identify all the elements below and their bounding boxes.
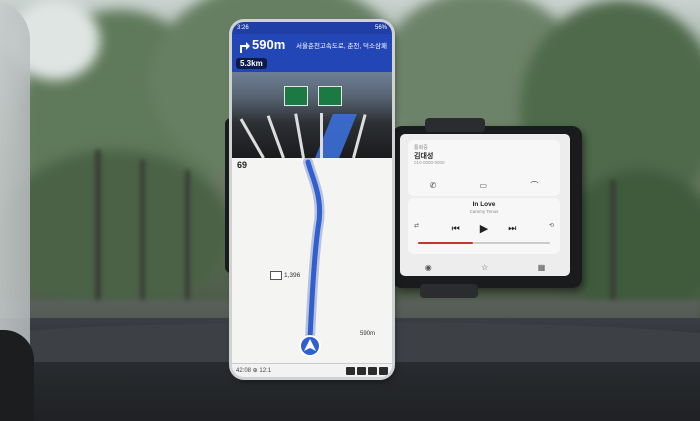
playback-controls: ⏮ ▶ ⏭ [408,220,560,236]
eta-info: 42:08 ⊕ 12:1 [236,368,272,374]
tree-trunk [140,160,145,310]
bottom-controls[interactable] [346,366,388,375]
search-icon[interactable] [368,366,377,375]
remaining-distance: 590m [360,331,376,337]
call-card[interactable]: 통화중 김대성 010-0000-0000 ✆ ▭ ⌒ [408,140,560,196]
poi-marker: 1,396 [270,271,300,280]
call-actions: ✆ ▭ ⌒ [408,178,560,192]
secondary-screen: 통화중 김대성 010-0000-0000 ✆ ▭ ⌒ In Love Camm… [400,134,570,276]
status-time: 3:26 [237,25,249,31]
highway-sign [284,86,308,106]
end-call-icon[interactable]: ⌒ [530,180,538,191]
play-icon[interactable]: ▶ [480,222,488,235]
phone-mount-clip-bottom [420,284,478,298]
road-name: 서울춘천고속도로, 춘천, 덕소삼패 [296,43,387,50]
lane-marking [239,118,265,158]
a-pillar [0,330,34,421]
song-artist: Cammy Tenus [469,209,499,214]
phone-mount-clip-top [425,118,485,132]
tree-trunk [95,150,101,310]
poi-label: 1,396 [284,272,301,279]
call-status: 통화중 [414,145,428,151]
route-map[interactable]: 69 1,396 590m [232,158,392,363]
route-icon[interactable] [357,366,366,375]
navigation-header: 590m 서울춘천고속도로, 춘천, 덕소삼패 5.3km [232,34,392,72]
tree-trunk [185,170,190,310]
call-icon[interactable]: ✆ [430,181,437,190]
poi-icon [270,271,282,280]
status-battery: 56% [374,25,387,31]
lane-marking [320,113,323,158]
status-bar: 3:26 56% [232,22,392,34]
turn-right-icon [240,42,250,53]
navigation-bottom-bar: 42:08 ⊕ 12:1 [232,363,392,377]
song-progress-bar[interactable] [418,242,550,244]
message-icon[interactable]: ▭ [480,181,488,190]
apps-icon[interactable]: ▦ [538,263,546,272]
main-phone-screen: 3:26 56% 590m 서울춘천고속도로, 춘천, 덕소삼패 5.3km 6… [232,22,392,377]
caller-number: 010-0000-0000 [414,160,445,165]
previous-icon[interactable]: ⏮ [452,223,460,234]
song-progress-fill [418,242,474,244]
music-player-card: In Love Cammy Tenus ⇄ ⟲ ⏮ ▶ ⏭ [408,198,560,254]
tree-trunk [610,180,616,320]
lane-marking [266,115,285,158]
turn-distance: 590m [252,37,286,52]
lane-marking [294,113,305,158]
next-icon[interactable]: ⏭ [508,223,516,234]
lane-guidance-view [232,72,392,158]
eye-icon[interactable]: ◉ [425,263,432,272]
menu-icon[interactable] [346,366,355,375]
tree-canopy [0,150,230,310]
star-icon[interactable]: ☆ [481,263,488,272]
back-icon[interactable] [379,366,388,375]
song-title: In Love [472,201,496,208]
next-turn-distance: 5.3km [236,58,267,69]
lane-marking [352,114,367,158]
highway-sign [318,86,342,106]
bottom-dock: ◉ ☆ ▦ [400,258,570,276]
